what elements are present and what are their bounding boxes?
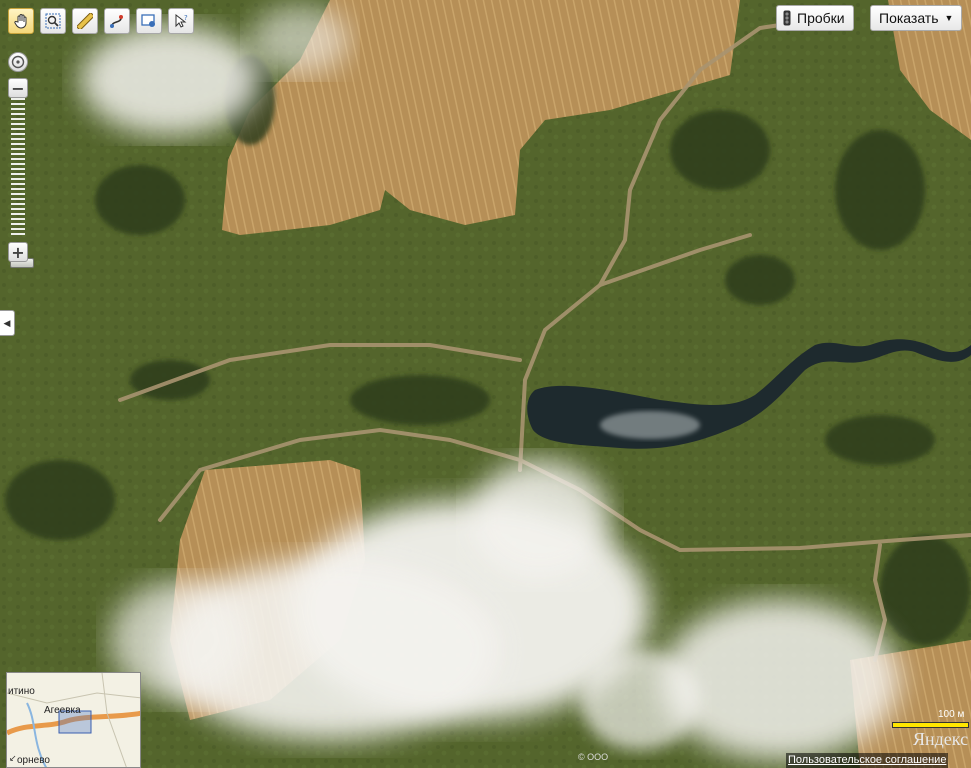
zoom-out-button[interactable]: − [8,78,28,98]
zoom-area-button[interactable] [40,8,66,34]
show-layers-dropdown[interactable]: Показать ▼ [870,5,963,31]
layers-icon [141,14,155,27]
zoom-control: − + [8,52,34,268]
scale-bar [892,722,969,728]
zoom-area-icon [45,13,61,29]
sidebar-toggle-button[interactable]: ◀ [0,310,15,336]
minimap[interactable]: итино Агеевка орнево ↙ [6,672,141,768]
zoom-in-button[interactable]: + [8,242,28,262]
user-agreement-link[interactable]: Пользовательское соглашение [786,753,949,768]
compass-button[interactable] [8,52,28,72]
ruler-button[interactable] [72,8,98,34]
route-button[interactable] [104,8,130,34]
traffic-light-icon [783,10,791,26]
copyright-text: © ООО [578,752,609,762]
select-icon: ? [175,13,188,28]
minimap-label-3: орнево [17,755,50,766]
scale-label: 100 м [938,709,965,720]
minimap-label-1: итино [8,686,35,697]
hand-icon [14,14,27,29]
traffic-button[interactable]: Пробки [776,5,854,31]
yandex-logo[interactable]: Яндекс [913,729,968,750]
show-label: Показать [879,10,939,26]
map-toolbar: ? [8,8,194,34]
svg-text:?: ? [184,14,188,22]
traffic-label: Пробки [797,10,845,26]
layers-button[interactable] [136,8,162,34]
minimap-label-2: Агеевка [44,705,81,716]
satellite-map[interactable] [0,0,971,768]
chevron-left-icon: ◀ [3,317,11,328]
select-button[interactable]: ? [168,8,194,34]
compass-icon [11,55,25,69]
hand-tool-button[interactable] [8,8,34,34]
chevron-down-icon: ▼ [944,13,954,23]
zoom-track[interactable] [10,98,34,268]
minimap-collapse-icon[interactable]: ↙ [9,753,17,764]
ruler-icon [77,13,93,29]
route-icon [110,15,123,28]
